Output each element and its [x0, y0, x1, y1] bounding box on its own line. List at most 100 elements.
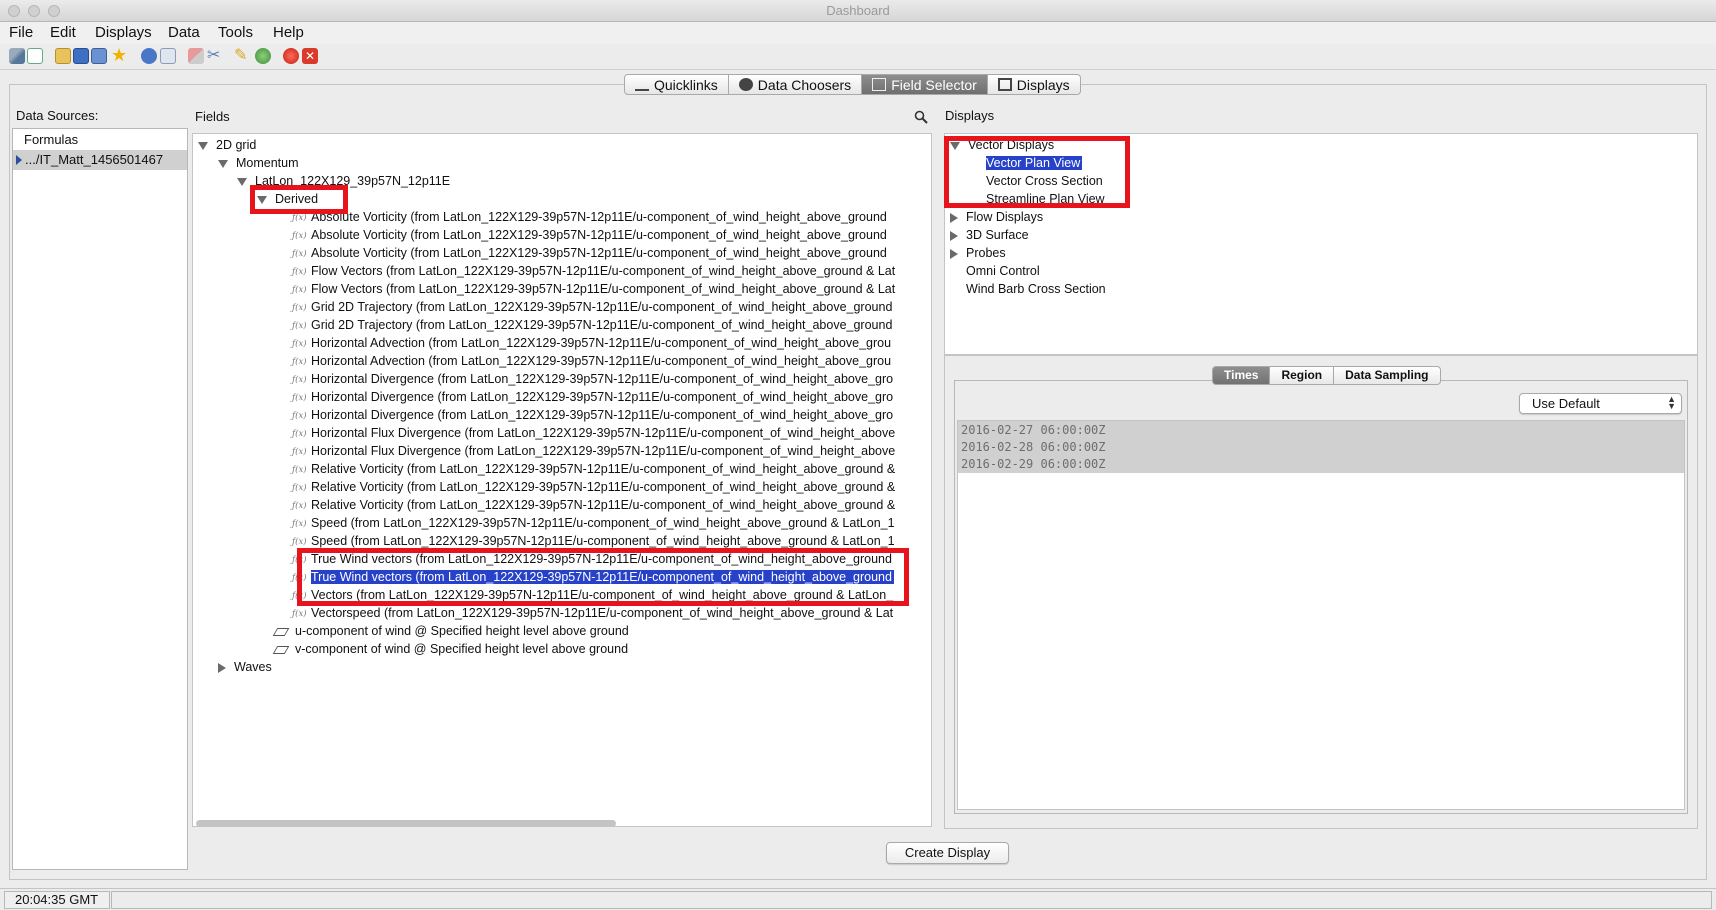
collapse-triangle-icon[interactable] [257, 195, 267, 204]
derived-field-item[interactable]: ƒ(x) Horizontal Flux Divergence (from Lat… [292, 424, 895, 442]
menu-displays[interactable]: Displays [95, 24, 152, 41]
times-list[interactable]: 2016-02-27 06:00:00Z 2016-02-28 06:00:00… [957, 420, 1685, 810]
derived-field-item[interactable]: ƒ(x) Absolute Vorticity (from LatLon_122X… [292, 226, 887, 244]
derived-field-item[interactable]: ƒ(x) Relative Vorticity (from LatLon_122X… [292, 460, 895, 478]
time-item[interactable]: 2016-02-28 06:00:00Z [961, 440, 1106, 454]
derived-field-item[interactable]: ƒ(x) Relative Vorticity (from LatLon_122X… [292, 478, 895, 496]
derived-field-item[interactable]: ƒ(x) Horizontal Divergence (from LatLon_1… [292, 406, 893, 424]
collapse-triangle-icon[interactable] [950, 141, 960, 150]
open-folder-icon[interactable] [55, 48, 71, 64]
display-omni-control[interactable]: Omni Control [966, 262, 1040, 280]
derived-field-item[interactable]: ƒ(x) True Wind vectors (from LatLon_122X1… [292, 568, 894, 586]
search-icon[interactable] [914, 110, 928, 124]
tree-node-momentum[interactable]: Momentum [218, 154, 299, 172]
menu-help[interactable]: Help [273, 24, 304, 41]
formula-icon: ƒ(x) [292, 266, 307, 277]
time-item[interactable]: 2016-02-27 06:00:00Z [961, 423, 1106, 437]
tab-quicklinks-label: Quicklinks [654, 76, 718, 93]
tree-node-waves[interactable]: Waves [218, 658, 272, 676]
expand-triangle-icon[interactable] [950, 212, 958, 223]
derived-field-item[interactable]: ƒ(x) Horizontal Divergence (from LatLon_1… [292, 370, 893, 388]
tree-node-probes[interactable]: Probes [950, 244, 1006, 262]
menu-file[interactable]: File [9, 24, 33, 41]
derived-field-item[interactable]: ƒ(x) Grid 2D Trajectory (from LatLon_122X… [292, 298, 892, 316]
collapse-triangle-icon[interactable] [218, 159, 228, 168]
menu-edit[interactable]: Edit [50, 24, 76, 41]
grid-field-icon [272, 627, 290, 636]
tree-node-derived[interactable]: Derived [257, 190, 318, 208]
displays-tree[interactable]: Vector Displays Vector Plan View Vector … [944, 133, 1698, 355]
tree-node-label: u-component of wind @ Specified height l… [295, 624, 629, 638]
tree-node-2d-grid[interactable]: 2D grid [198, 136, 256, 154]
derived-field-item[interactable]: ƒ(x) Absolute Vorticity (from LatLon_122X… [292, 244, 887, 262]
tab-region[interactable]: Region [1270, 366, 1335, 385]
derived-field-item[interactable]: ƒ(x) Vectorspeed (from LatLon_122X129-39p… [292, 604, 893, 622]
derived-field-item[interactable]: ƒ(x) Horizontal Divergence (from LatLon_1… [292, 388, 893, 406]
tree-node-v-component[interactable]: v-component of wind @ Specified height l… [272, 640, 628, 658]
tab-data-sampling[interactable]: Data Sampling [1334, 366, 1441, 385]
expand-triangle-icon[interactable] [950, 230, 958, 241]
expand-arrow-icon[interactable] [16, 155, 22, 165]
formula-icon: ƒ(x) [292, 302, 307, 313]
help-icon[interactable] [141, 48, 157, 64]
derived-field-item[interactable]: ƒ(x) Absolute Vorticity (from LatLon_122X… [292, 208, 887, 226]
derived-field-item[interactable]: ƒ(x) Horizontal Advection (from LatLon_12… [292, 352, 891, 370]
fields-tree[interactable]: 2D grid Momentum LatLon_122X129_39p57N_1… [192, 133, 932, 827]
new-window-icon[interactable] [27, 48, 43, 64]
tree-node-flow-displays[interactable]: Flow Displays [950, 208, 1043, 226]
display-streamline-plan-view[interactable]: Streamline Plan View [986, 190, 1105, 208]
derived-field-item[interactable]: ƒ(x) Speed (from LatLon_122X129-39p57N-12… [292, 532, 895, 550]
derived-field-item[interactable]: ƒ(x) Flow Vectors (from LatLon_122X129-39… [292, 280, 895, 298]
save-icon[interactable] [73, 48, 89, 64]
tree-node-u-component[interactable]: u-component of wind @ Specified height l… [272, 622, 629, 640]
globe-icon[interactable] [255, 48, 271, 64]
tree-node-vector-displays[interactable]: Vector Displays [950, 136, 1054, 154]
formula-icon: ƒ(x) [292, 356, 307, 367]
tab-field-selector[interactable]: Field Selector [862, 74, 988, 95]
derived-field-item[interactable]: ƒ(x) Grid 2D Trajectory (from LatLon_122X… [292, 316, 892, 334]
record-icon[interactable] [283, 48, 299, 64]
data-sources-list[interactable]: Formulas .../IT_Matt_1456501467 [12, 128, 188, 870]
derived-field-item[interactable]: ƒ(x) Relative Vorticity (from LatLon_122X… [292, 496, 895, 514]
scissors-icon[interactable]: ✂ [207, 45, 220, 65]
derived-field-label: Absolute Vorticity (from LatLon_122X129-… [311, 228, 887, 242]
display-vector-plan-view[interactable]: Vector Plan View [986, 154, 1083, 172]
open-bundle-icon[interactable] [9, 48, 25, 64]
derived-field-item[interactable]: ƒ(x) Flow Vectors (from LatLon_122X129-39… [292, 262, 895, 280]
expand-triangle-icon[interactable] [950, 248, 958, 259]
menu-tools[interactable]: Tools [218, 24, 253, 41]
data-source-formulas[interactable]: Formulas [13, 130, 187, 150]
close-window-icon[interactable]: ✕ [302, 48, 318, 64]
tab-quicklinks[interactable]: Quicklinks [624, 74, 729, 95]
derived-field-item[interactable]: ƒ(x) True Wind vectors (from LatLon_122X1… [292, 550, 892, 568]
display-wind-barb-cross-section[interactable]: Wind Barb Cross Section [966, 280, 1106, 298]
collapse-triangle-icon[interactable] [198, 141, 208, 150]
fields-horizontal-scrollbar[interactable] [196, 820, 616, 827]
tree-node-latlon[interactable]: LatLon_122X129_39p57N_12p11E [237, 172, 450, 190]
derived-field-label: Absolute Vorticity (from LatLon_122X129-… [311, 246, 887, 260]
display-vector-cross-section[interactable]: Vector Cross Section [986, 172, 1103, 190]
favorites-star-icon[interactable]: ★ [111, 45, 127, 66]
derived-field-item[interactable]: ƒ(x) Horizontal Flux Divergence (from Lat… [292, 442, 895, 460]
derived-field-item[interactable]: ƒ(x) Horizontal Advection (from LatLon_12… [292, 334, 891, 352]
mail-icon[interactable] [160, 48, 176, 64]
derived-field-item[interactable]: ƒ(x) Speed (from LatLon_122X129-39p57N-12… [292, 514, 895, 532]
data-source-selected[interactable]: .../IT_Matt_1456501467 [13, 150, 187, 170]
times-mode-select[interactable]: Use Default ▲ ▼ [1519, 393, 1682, 414]
collapse-triangle-icon[interactable] [237, 177, 247, 186]
tab-times[interactable]: Times [1212, 366, 1271, 385]
time-item[interactable]: 2016-02-29 06:00:00Z [961, 457, 1106, 471]
displays-monitor-icon [997, 78, 1012, 91]
formula-icon: ƒ(x) [292, 464, 307, 475]
eraser-icon[interactable] [188, 48, 204, 64]
pencil-icon[interactable]: ✎ [234, 45, 247, 65]
derived-field-item[interactable]: ƒ(x) Vectors (from LatLon_122X129-39p57N-… [292, 586, 893, 604]
menu-data[interactable]: Data [168, 24, 200, 41]
tab-displays[interactable]: Displays [987, 74, 1081, 95]
create-display-button[interactable]: Create Display [886, 842, 1009, 864]
expand-triangle-icon[interactable] [218, 662, 226, 673]
save-as-icon[interactable] [91, 48, 107, 64]
tab-data-choosers[interactable]: Data Choosers [728, 74, 863, 95]
tree-node-3d-surface[interactable]: 3D Surface [950, 226, 1029, 244]
formula-icon: ƒ(x) [292, 392, 307, 403]
